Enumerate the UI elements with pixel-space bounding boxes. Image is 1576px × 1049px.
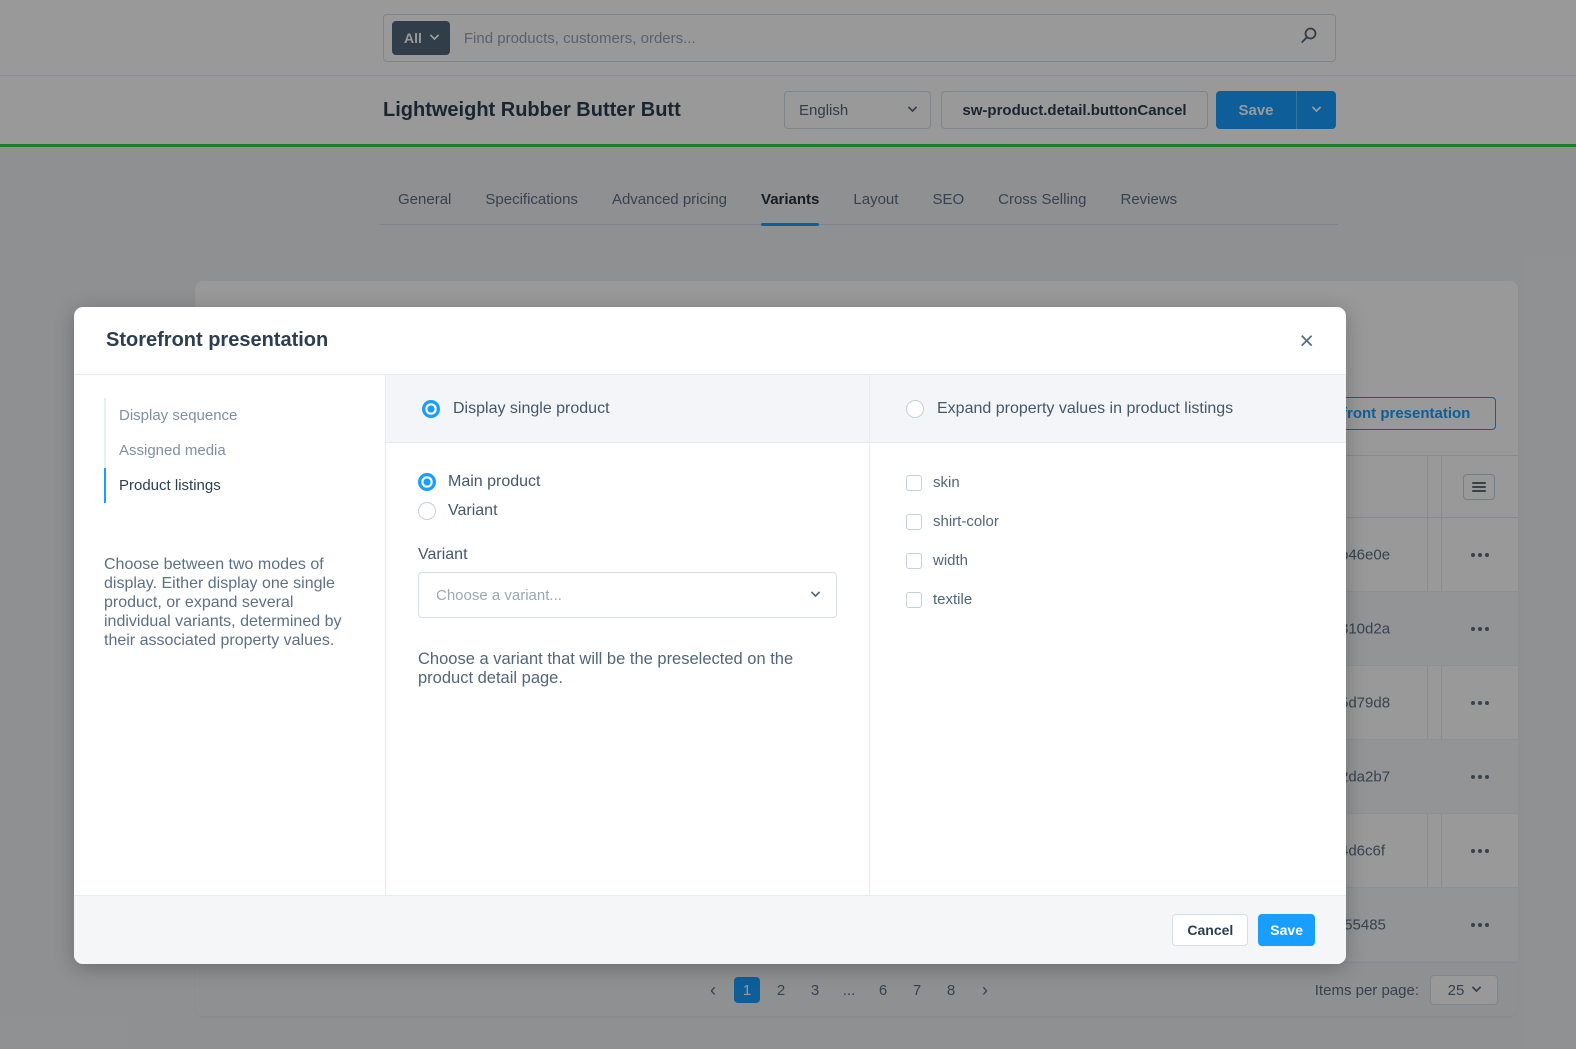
single-product-mode-header: Display single product — [386, 375, 869, 443]
nav-item-assigned-media[interactable]: Assigned media — [104, 433, 357, 468]
modal-body: Display sequence Assigned media Product … — [74, 375, 1346, 895]
variant-field-label: Variant — [418, 546, 837, 564]
variant-select[interactable]: Choose a variant... — [418, 572, 837, 618]
textile-label: textile — [933, 591, 972, 608]
skin-label: skin — [933, 474, 960, 491]
expand-mode-header: Expand property values in product listin… — [870, 375, 1346, 443]
storefront-presentation-modal: Storefront presentation × Display sequen… — [74, 307, 1346, 964]
screen: All Lightweight Rubber Butter Butt Engli… — [0, 0, 1576, 1049]
chevron-down-icon — [811, 588, 821, 598]
variant-help-text: Choose a variant that will be the presel… — [418, 650, 820, 688]
mode-description: Choose between two modes of display. Eit… — [104, 555, 357, 650]
skin-checkbox[interactable] — [906, 475, 922, 491]
main-product-option: Main product — [418, 473, 837, 491]
variant-radio[interactable] — [418, 502, 436, 520]
expand-properties-column: Expand property values in product listin… — [870, 375, 1346, 895]
property-option-shirt-color: shirt-color — [906, 513, 1310, 530]
single-product-column: Display single product Main product Vari… — [386, 375, 870, 895]
modal-header: Storefront presentation × — [74, 307, 1346, 375]
modal-footer: Cancel Save — [74, 895, 1346, 964]
modal-sidebar: Display sequence Assigned media Product … — [74, 375, 386, 895]
main-product-radio[interactable] — [418, 473, 436, 491]
width-label: width — [933, 552, 968, 569]
display-single-product-radio[interactable] — [422, 400, 440, 418]
modal-nav: Display sequence Assigned media Product … — [104, 398, 357, 503]
main-product-label: Main product — [448, 473, 541, 491]
variant-option-label: Variant — [448, 502, 498, 520]
variant-select-placeholder: Choose a variant... — [436, 587, 562, 604]
textile-checkbox[interactable] — [906, 592, 922, 608]
modal-title: Storefront presentation — [106, 329, 1299, 352]
nav-item-product-listings[interactable]: Product listings — [104, 468, 357, 503]
shirt-color-label: shirt-color — [933, 513, 999, 530]
property-checklist: skin shirt-color width textile — [870, 443, 1346, 630]
single-product-options: Main product Variant Variant Choose a va… — [386, 443, 869, 688]
nav-item-display-sequence[interactable]: Display sequence — [104, 398, 357, 433]
width-checkbox[interactable] — [906, 553, 922, 569]
property-option-skin: skin — [906, 474, 1310, 491]
shirt-color-checkbox[interactable] — [906, 514, 922, 530]
close-icon[interactable]: × — [1299, 330, 1314, 352]
property-option-width: width — [906, 552, 1310, 569]
display-single-product-label: Display single product — [453, 400, 610, 418]
expand-property-values-label: Expand property values in product listin… — [937, 400, 1233, 418]
property-option-textile: textile — [906, 591, 1310, 608]
cancel-button[interactable]: Cancel — [1172, 914, 1248, 946]
expand-property-values-radio[interactable] — [906, 400, 924, 418]
variant-option: Variant — [418, 502, 837, 520]
save-button-modal[interactable]: Save — [1258, 914, 1315, 946]
